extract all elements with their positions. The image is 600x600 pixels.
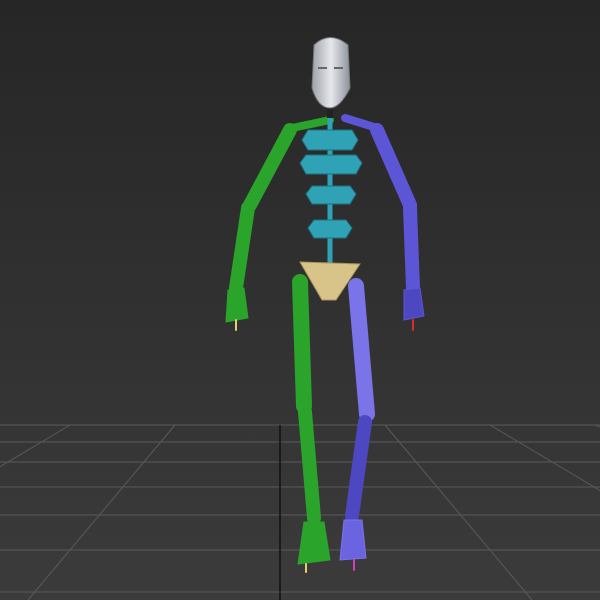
3d-viewport[interactable]: [0, 0, 600, 600]
